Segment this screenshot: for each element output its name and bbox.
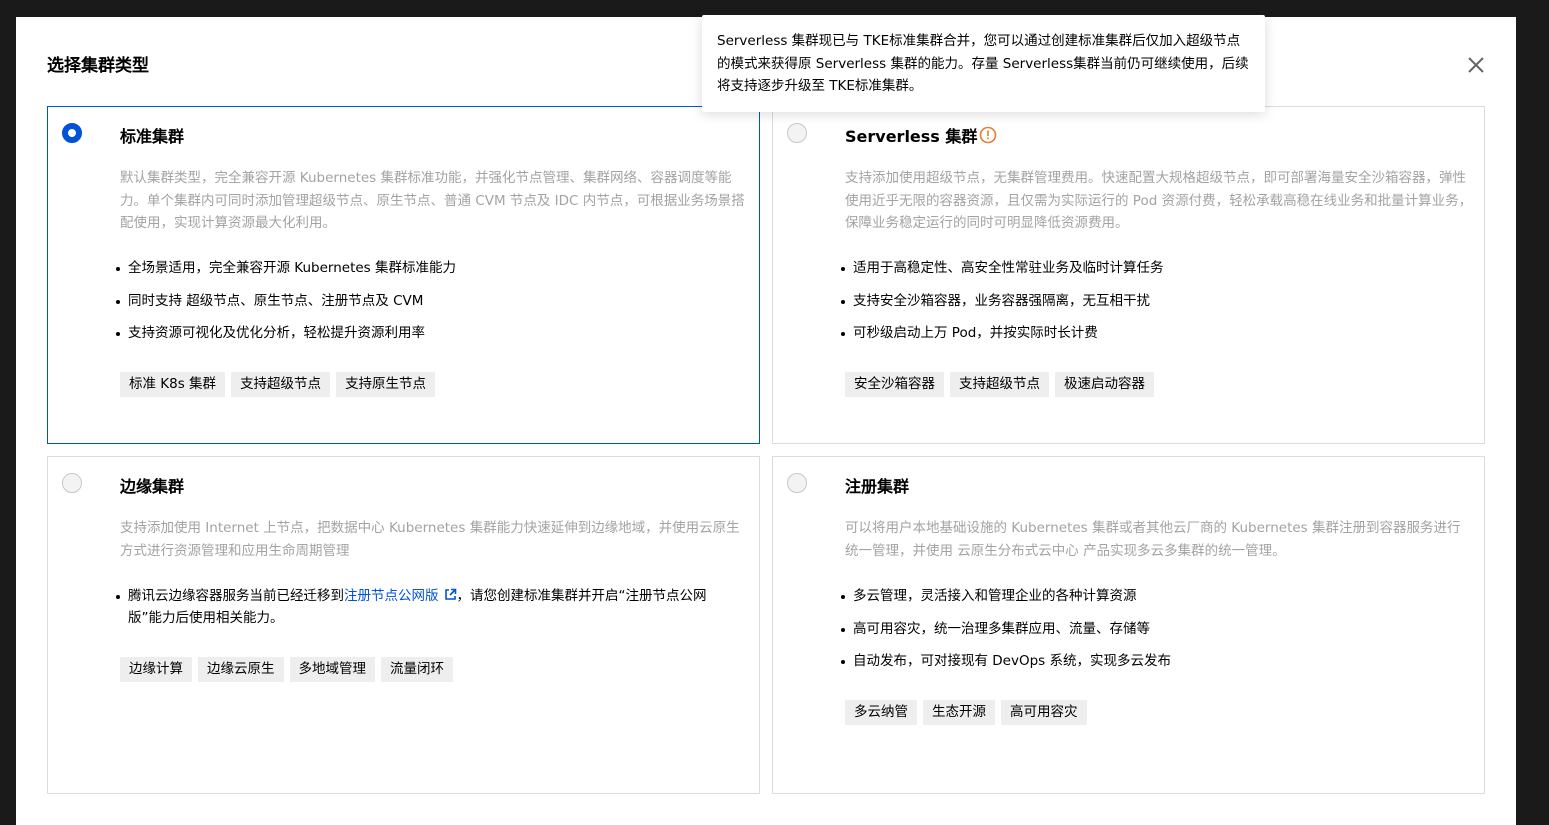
close-button[interactable]	[1464, 53, 1488, 77]
feature-item: 腾讯云边缘容器服务当前已经迁移到注册节点公网版 ，请您创建标准集群并开启“注册节点…	[114, 585, 734, 629]
tag: 生态开源	[923, 700, 995, 725]
feature-item: 多云管理，灵活接入和管理企业的各种计算资源	[839, 585, 1479, 607]
serverless-merge-tooltip: Serverless 集群现已与 TKE标准集群合并，您可以通过创建标准集群后仅…	[702, 15, 1265, 112]
tag: 支持超级节点	[231, 372, 331, 397]
tag: 多云纳管	[845, 700, 917, 725]
register-node-public-link[interactable]: 注册节点公网版	[344, 588, 439, 604]
tag-list: 标准 K8s 集群 支持超级节点 支持原生节点	[120, 372, 436, 397]
feature-list: 适用于高稳定性、高安全性常驻业务及临时计算任务 支持安全沙箱容器，业务容器强隔离…	[839, 257, 1479, 355]
tag: 标准 K8s 集群	[120, 372, 226, 397]
tag: 流量闭环	[381, 657, 453, 682]
feature-list: 腾讯云边缘容器服务当前已经迁移到注册节点公网版 ，请您创建标准集群并开启“注册节点…	[114, 585, 734, 640]
feature-item: 高可用容灾，统一治理多集群应用、流量、存储等	[839, 618, 1479, 640]
tag: 边缘计算	[120, 657, 192, 682]
tag: 高可用容灾	[1001, 700, 1087, 725]
card-description: 可以将用户本地基础设施的 Kubernetes 集群或者其他云厂商的 Kuber…	[845, 520, 1461, 559]
card-title: 边缘集群	[120, 477, 185, 496]
feature-item: 自动发布，可对接现有 DevOps 系统，实现多云发布	[839, 650, 1479, 672]
feature-item: 同时支持 超级节点、原生节点、注册节点及 CVM	[114, 290, 754, 312]
tag: 极速启动容器	[1055, 372, 1154, 397]
feature-text-prefix: 腾讯云边缘容器服务当前已经迁移到	[128, 588, 344, 604]
radio-standard-cluster[interactable]	[62, 123, 82, 143]
card-title: 标准集群	[120, 127, 185, 146]
feature-item: 全场景适用，完全兼容开源 Kubernetes 集群标准能力	[114, 257, 754, 279]
card-registered-cluster[interactable]: 注册集群 可以将用户本地基础设施的 Kubernetes 集群或者其他云厂商的 …	[772, 456, 1485, 794]
feature-item: 支持安全沙箱容器，业务容器强隔离，无互相干扰	[839, 290, 1479, 312]
select-cluster-type-dialog: 选择集群类型 标准集群 默认集群类型，完全兼容开源 Kubernetes 集群标…	[16, 17, 1516, 825]
card-serverless-cluster[interactable]: Serverless 集群 支持添加使用超级节点，无集群管理费用。快速配置大规格…	[772, 106, 1485, 444]
feature-list: 全场景适用，完全兼容开源 Kubernetes 集群标准能力 同时支持 超级节点…	[114, 257, 754, 355]
card-title: Serverless 集群	[845, 127, 978, 146]
card-edge-cluster[interactable]: 边缘集群 支持添加使用 Internet 上节点，把数据中心 Kubernete…	[47, 456, 760, 794]
close-icon[interactable]	[1467, 56, 1485, 74]
tag-list: 多云纳管 生态开源 高可用容灾	[845, 700, 1087, 725]
tag: 支持原生节点	[336, 372, 436, 397]
card-title: 注册集群	[845, 477, 910, 496]
feature-item: 可秒级启动上万 Pod，并按实际时长计费	[839, 322, 1479, 344]
card-description: 支持添加使用 Internet 上节点，把数据中心 Kubernetes 集群能…	[120, 520, 740, 559]
external-link-icon[interactable]	[444, 588, 457, 601]
warning-circle-icon[interactable]	[979, 126, 997, 144]
dialog-title: 选择集群类型	[47, 56, 149, 76]
card-standard-cluster[interactable]: 标准集群 默认集群类型，完全兼容开源 Kubernetes 集群标准功能，并强化…	[47, 106, 760, 444]
card-title-row: Serverless 集群	[845, 123, 997, 147]
card-description: 默认集群类型，完全兼容开源 Kubernetes 集群标准功能，并强化节点管理、…	[120, 170, 745, 231]
radio-registered-cluster[interactable]	[787, 473, 807, 493]
tag: 安全沙箱容器	[845, 372, 944, 397]
tag-list: 边缘计算 边缘云原生 多地域管理 流量闭环	[120, 657, 453, 682]
tag: 边缘云原生	[198, 657, 284, 682]
card-description: 支持添加使用超级节点，无集群管理费用。快速配置大规格超级节点，即可部署海量安全沙…	[845, 170, 1473, 231]
feature-item: 支持资源可视化及优化分析，轻松提升资源利用率	[114, 322, 754, 344]
tag: 多地域管理	[289, 657, 375, 682]
radio-serverless-cluster[interactable]	[787, 123, 807, 143]
tag: 支持超级节点	[950, 372, 1049, 397]
tag-list: 安全沙箱容器 支持超级节点 极速启动容器	[845, 372, 1154, 397]
feature-item: 适用于高稳定性、高安全性常驻业务及临时计算任务	[839, 257, 1479, 279]
feature-list: 多云管理，灵活接入和管理企业的各种计算资源 高可用容灾，统一治理多集群应用、流量…	[839, 585, 1479, 683]
radio-edge-cluster[interactable]	[62, 473, 82, 493]
